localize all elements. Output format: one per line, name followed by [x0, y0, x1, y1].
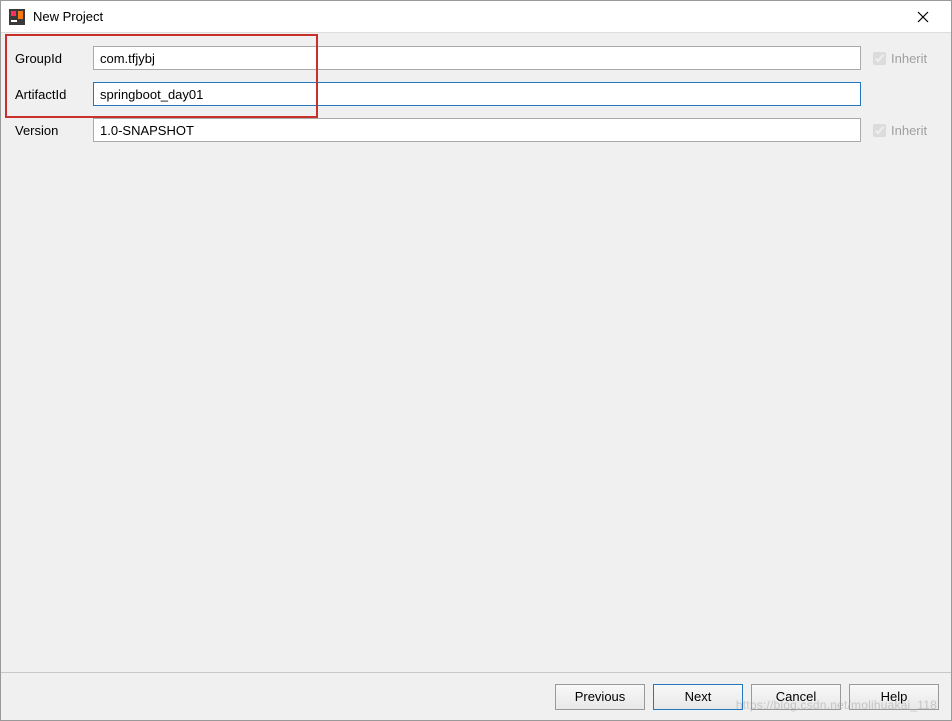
version-inherit-checkbox	[873, 124, 886, 137]
app-icon	[9, 9, 25, 25]
groupid-inherit-checkbox	[873, 52, 886, 65]
window-title: New Project	[33, 9, 903, 24]
version-label: Version	[11, 123, 93, 138]
artifactid-label: ArtifactId	[11, 87, 93, 102]
groupid-label: GroupId	[11, 51, 93, 66]
artifactid-row: ArtifactId	[11, 81, 941, 107]
cancel-button[interactable]: Cancel	[751, 684, 841, 710]
titlebar: New Project	[1, 1, 951, 33]
version-row: Version Inherit	[11, 117, 941, 143]
help-button[interactable]: Help	[849, 684, 939, 710]
button-bar: Previous Next Cancel Help	[1, 672, 951, 720]
version-input[interactable]	[93, 118, 861, 142]
groupid-input[interactable]	[93, 46, 861, 70]
next-button[interactable]: Next	[653, 684, 743, 710]
artifactid-input[interactable]	[93, 82, 861, 106]
previous-button[interactable]: Previous	[555, 684, 645, 710]
groupid-inherit-label: Inherit	[891, 51, 927, 66]
content-area: GroupId Inherit ArtifactId Version Inher…	[1, 33, 951, 165]
groupid-inherit: Inherit	[861, 51, 941, 66]
version-inherit-label: Inherit	[891, 123, 927, 138]
groupid-row: GroupId Inherit	[11, 45, 941, 71]
version-inherit: Inherit	[861, 123, 941, 138]
close-button[interactable]	[903, 3, 943, 31]
